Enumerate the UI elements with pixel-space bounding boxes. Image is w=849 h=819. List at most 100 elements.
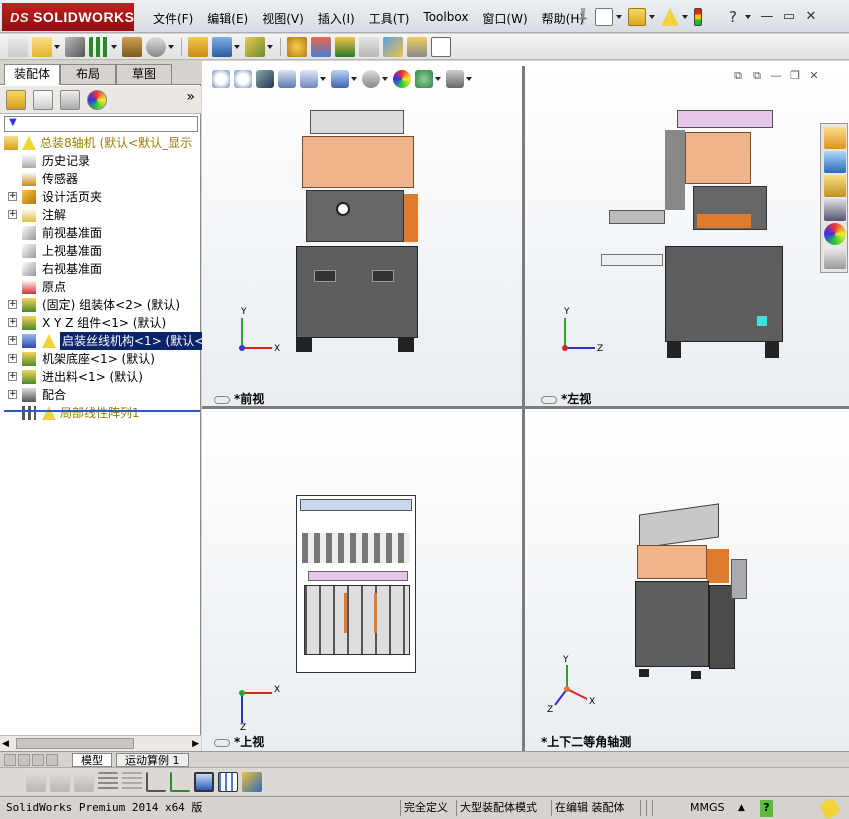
section-view-icon[interactable]	[278, 70, 296, 88]
view-orientation-icon[interactable]	[300, 70, 318, 88]
new-document-icon[interactable]	[595, 8, 613, 26]
features-dropdown-icon[interactable]	[234, 44, 240, 49]
edit-appearance-icon[interactable]	[393, 70, 411, 88]
zoom-to-area-icon[interactable]	[234, 70, 252, 88]
tree-item[interactable]: 历史记录	[0, 152, 200, 170]
move-component-icon[interactable]	[146, 36, 166, 57]
feature-manager-icon[interactable]	[6, 90, 26, 110]
last-tab-icon[interactable]	[46, 754, 58, 766]
scene-dropdown-icon[interactable]	[435, 77, 441, 81]
smart-fasteners-icon[interactable]	[122, 36, 142, 57]
motion-playback-icon[interactable]	[74, 771, 94, 792]
reference-geometry-icon[interactable]	[245, 36, 265, 57]
view-eye-icon[interactable]	[214, 738, 230, 747]
tree-item[interactable]: 右视基准面	[0, 260, 200, 278]
graphics-area[interactable]: Y X *前视 Y Z *左视 X Z *上视 Y X Z *上下二等角轴测	[202, 61, 849, 751]
apply-scene-icon[interactable]	[415, 70, 433, 88]
tree-item[interactable]: + 机架底座<1> (默认)	[0, 350, 200, 368]
display-style-icon[interactable]	[331, 70, 349, 88]
shaded-cube-icon[interactable]	[194, 771, 214, 792]
zoom-to-fit-icon[interactable]	[212, 70, 230, 88]
tree-item[interactable]: + 进出料<1> (默认)	[0, 368, 200, 386]
help-dropdown-icon[interactable]	[745, 15, 751, 19]
new-motion-study-icon[interactable]	[287, 36, 307, 57]
solidworks-logo[interactable]: DS SOLIDWORKS	[2, 3, 134, 31]
rebuild-dropdown-icon[interactable]	[682, 15, 688, 19]
units-up-icon[interactable]: ▲	[738, 800, 745, 817]
vp-next-icon[interactable]: ⧉	[750, 70, 764, 83]
property-manager-icon[interactable]	[33, 90, 53, 110]
align-icon[interactable]	[98, 771, 118, 792]
vp-minimize-icon[interactable]: —	[769, 70, 783, 83]
menu-item-4[interactable]: 工具(T)	[362, 6, 417, 28]
view-eye-icon[interactable]	[541, 395, 557, 404]
view-palette-icon[interactable]	[824, 199, 846, 221]
tree-item[interactable]: 局部线性阵列1	[0, 404, 200, 422]
tree-item[interactable]: 前视基准面	[0, 224, 200, 242]
menu-item-0[interactable]: 文件(F)	[146, 6, 200, 28]
tree-item[interactable]: 传感器	[0, 170, 200, 188]
distribute-icon[interactable]	[146, 771, 166, 792]
pattern-dropdown-icon[interactable]	[111, 44, 117, 49]
viewport-horizontal-splitter[interactable]	[202, 406, 849, 409]
clearance-verification-icon[interactable]	[407, 36, 427, 57]
display-manager-icon[interactable]	[87, 90, 107, 110]
hide-show-items-icon[interactable]	[362, 70, 380, 88]
vp-restore-icon[interactable]: ❐	[788, 70, 802, 83]
appearances-icon[interactable]	[824, 223, 846, 245]
vp-close-icon[interactable]: ✕	[807, 70, 821, 83]
rollback-bar[interactable]	[4, 410, 200, 412]
scroll-right-icon[interactable]: ▶	[192, 739, 199, 749]
horizontal-scrollbar[interactable]: ◀ ▶	[0, 735, 201, 751]
grid-icon[interactable]	[122, 771, 142, 792]
scroll-thumb[interactable]	[16, 738, 134, 749]
tag-icon[interactable]	[818, 797, 842, 819]
open-dropdown-icon[interactable]	[649, 15, 655, 19]
menu-item-2[interactable]: 视图(V)	[255, 6, 311, 28]
previous-view-icon[interactable]	[256, 70, 274, 88]
view-settings-icon[interactable]	[446, 70, 464, 88]
expand-icon[interactable]: +	[8, 300, 17, 309]
table-view-icon[interactable]	[218, 771, 238, 792]
design-library-icon[interactable]	[824, 151, 846, 173]
expand-icon[interactable]: +	[8, 336, 17, 345]
menu-item-6[interactable]: 窗口(W)	[475, 6, 534, 28]
new-dropdown-icon[interactable]	[616, 15, 622, 19]
view-settings-dropdown-icon[interactable]	[466, 77, 472, 81]
tree-item[interactable]: + 配合	[0, 386, 200, 404]
tree-item[interactable]: + 注解	[0, 206, 200, 224]
tree-item[interactable]: + 设计活页夹	[0, 188, 200, 206]
first-tab-icon[interactable]	[4, 754, 16, 766]
motion-play-icon[interactable]	[50, 771, 70, 792]
explode-line-sketch-icon[interactable]	[359, 36, 379, 57]
configuration-manager-icon[interactable]	[60, 90, 80, 110]
tab-motion-study[interactable]: 运动算例 1	[116, 753, 189, 767]
move-dropdown-icon[interactable]	[168, 44, 174, 49]
mate-icon[interactable]	[65, 36, 85, 57]
edit-component-icon[interactable]	[8, 36, 28, 57]
expand-panel-icon[interactable]: »	[186, 89, 195, 105]
hide-show-dropdown-icon[interactable]	[382, 77, 388, 81]
orientation-dropdown-icon[interactable]	[320, 77, 326, 81]
tab-model[interactable]: 模型	[72, 753, 112, 767]
traffic-light-icon[interactable]	[694, 8, 702, 26]
view-eye-icon[interactable]	[214, 395, 230, 404]
instant3d-icon[interactable]	[431, 36, 451, 57]
viewport-left[interactable]: Y Z *左视	[525, 66, 849, 406]
pushpin-icon[interactable]	[578, 8, 588, 26]
help-icon[interactable]: ?	[724, 8, 742, 26]
restore-icon[interactable]: ▭	[780, 9, 798, 25]
insert-component-icon[interactable]	[32, 36, 52, 57]
linked-axis-icon[interactable]	[170, 771, 190, 792]
custom-properties-icon[interactable]	[824, 247, 846, 269]
insert-dropdown-icon[interactable]	[54, 44, 60, 49]
tree-item[interactable]: + 启装丝线机构<1> (默认<默	[0, 332, 219, 350]
menu-item-5[interactable]: Toolbox	[416, 6, 475, 28]
expand-icon[interactable]: +	[8, 390, 17, 399]
minimize-icon[interactable]: —	[758, 9, 776, 25]
rebuild-warning-icon[interactable]	[661, 8, 679, 26]
expand-icon[interactable]: +	[8, 318, 17, 327]
interference-detection-icon[interactable]	[383, 36, 403, 57]
next-tab-icon[interactable]	[32, 754, 44, 766]
reference-dropdown-icon[interactable]	[267, 44, 273, 49]
